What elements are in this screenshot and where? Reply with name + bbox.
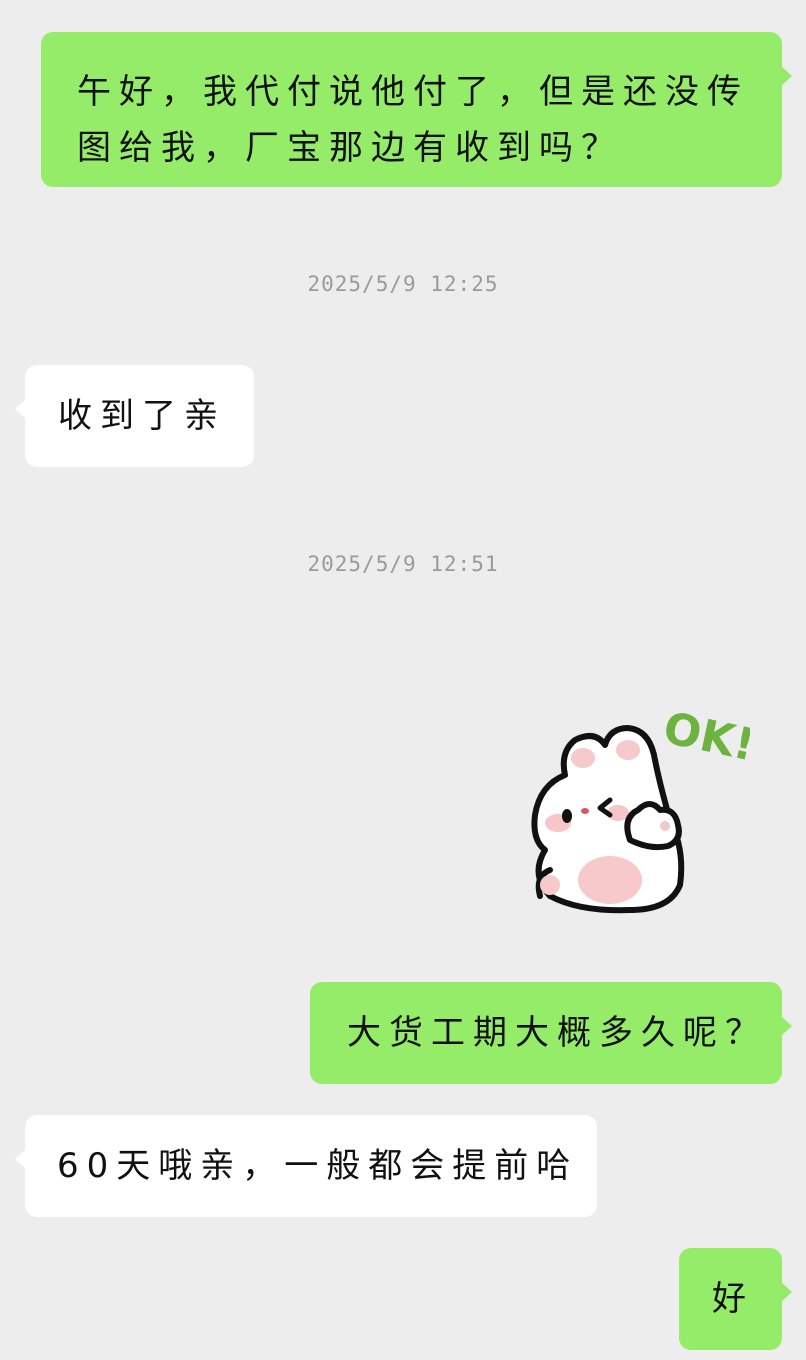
message-text: 60天哦亲，一般都会提前哈 [57, 1146, 579, 1186]
timestamp: 2025/5/9 12:25 [307, 272, 499, 296]
sticker-ok-text: OK! [659, 702, 750, 771]
incoming-message[interactable]: 60天哦亲，一般都会提前哈 [15, 1115, 597, 1217]
message-text: 大货工期大概多久呢？ [347, 1013, 767, 1053]
outgoing-message[interactable]: 午好，我代付说他付了，但是还没传图给我，厂宝那边有收到吗？ [41, 32, 792, 187]
bunny-ok-sticker-icon[interactable]: OK! [510, 700, 759, 920]
incoming-message[interactable]: 收到了亲 [15, 365, 254, 467]
message-text: 收到了亲 [58, 396, 226, 436]
timestamp: 2025/5/9 12:51 [307, 552, 499, 576]
message-text: 午好，我代付说他付了，但是还没传图给我，厂宝那边有收到吗？ [77, 72, 749, 168]
outgoing-message[interactable]: 好 [679, 1248, 792, 1350]
message-text: 好 [712, 1279, 754, 1319]
outgoing-message[interactable]: 大货工期大概多久呢？ [310, 982, 792, 1084]
